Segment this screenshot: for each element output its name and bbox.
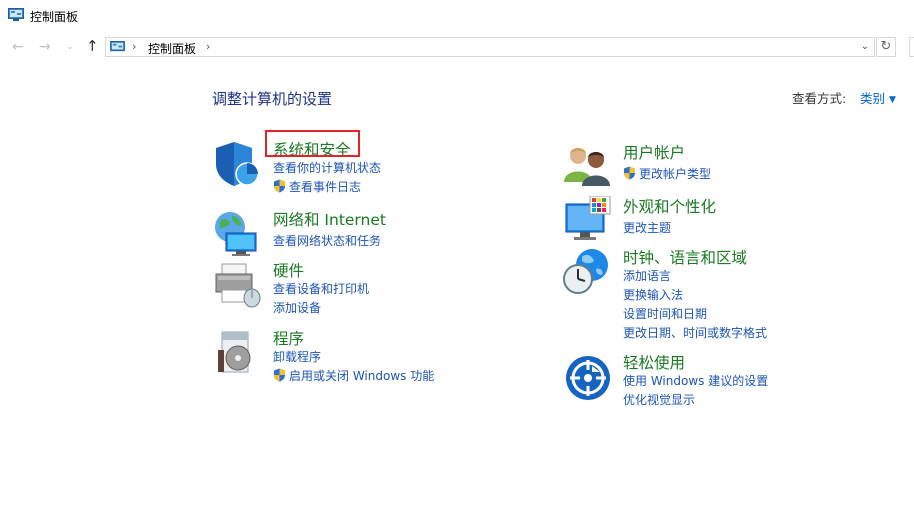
window-title: 控制面板	[30, 10, 79, 24]
address-bar[interactable]: › 控制面板 › ⌄	[105, 37, 875, 57]
highlight-box	[265, 130, 360, 157]
change-date-format-link[interactable]: 更改日期、时间或数字格式	[623, 324, 767, 341]
windows-features-label: 启用或关闭 Windows 功能	[289, 369, 435, 383]
uac-shield-icon	[274, 179, 285, 193]
uninstall-program-link[interactable]: 卸载程序	[273, 348, 321, 365]
add-device-link[interactable]: 添加设备	[273, 299, 321, 316]
set-time-date-link[interactable]: 设置时间和日期	[623, 305, 707, 322]
view-event-log-link[interactable]: 查看事件日志	[273, 178, 361, 195]
printer-icon	[215, 263, 261, 308]
optimize-visual-display-link[interactable]: 优化视觉显示	[623, 391, 695, 408]
add-language-link[interactable]: 添加语言	[623, 267, 671, 284]
appearance-link[interactable]: 外观和个性化	[623, 195, 716, 217]
view-computer-status-link[interactable]: 查看你的计算机状态	[273, 159, 381, 176]
view-devices-printers-link[interactable]: 查看设备和打印机	[273, 280, 369, 297]
change-theme-link[interactable]: 更改主题	[623, 219, 671, 236]
view-event-log-label: 查看事件日志	[289, 180, 362, 194]
network-internet-link[interactable]: 网络和 Internet	[273, 208, 386, 230]
refresh-button[interactable]: ↻	[876, 37, 896, 57]
breadcrumb-separator-icon[interactable]: ›	[206, 40, 210, 53]
recent-locations-chevron-icon[interactable]: ⌄	[66, 40, 74, 54]
address-dropdown-icon[interactable]: ⌄	[861, 41, 869, 52]
ease-of-access-icon	[566, 356, 610, 400]
programs-link[interactable]: 程序	[273, 327, 304, 349]
breadcrumb-control-panel[interactable]: 控制面板	[148, 40, 196, 57]
forward-arrow-icon[interactable]: →	[39, 40, 51, 54]
up-arrow-icon[interactable]: ↑	[86, 39, 99, 54]
back-arrow-icon[interactable]: ←	[12, 40, 24, 54]
change-account-type-label: 更改帐户类型	[639, 167, 712, 181]
ease-of-access-link[interactable]: 轻松使用	[623, 351, 685, 373]
breadcrumb-separator-icon[interactable]: ›	[132, 40, 136, 53]
appearance-monitor-icon	[565, 196, 611, 240]
control-panel-small-icon	[110, 41, 125, 52]
security-shield-icon	[216, 142, 259, 186]
view-network-status-link[interactable]: 查看网络状态和任务	[273, 232, 381, 249]
dropdown-caret-icon: ▼	[889, 95, 896, 105]
change-input-method-link[interactable]: 更换输入法	[623, 286, 683, 303]
clock-language-region-link[interactable]: 时钟、语言和区域	[623, 246, 747, 268]
programs-disc-icon	[218, 331, 251, 373]
title-bar: 控制面板	[0, 0, 914, 31]
user-accounts-icon	[564, 148, 610, 186]
view-by-dropdown[interactable]: 类别 ▼	[860, 88, 896, 107]
uac-shield-icon	[624, 166, 635, 180]
control-panel-icon	[8, 8, 24, 21]
clock-globe-icon	[563, 249, 608, 294]
user-accounts-link[interactable]: 用户帐户	[623, 141, 685, 163]
view-by-label: 查看方式:	[792, 91, 847, 106]
page-heading: 调整计算机的设置	[212, 90, 333, 108]
uac-shield-icon	[274, 368, 285, 382]
windows-features-link[interactable]: 启用或关闭 Windows 功能	[273, 367, 434, 384]
network-globe-icon	[215, 212, 257, 256]
change-account-type-link[interactable]: 更改帐户类型	[623, 165, 711, 182]
use-windows-recommended-settings-link[interactable]: 使用 Windows 建议的设置	[623, 372, 768, 389]
search-box[interactable]	[909, 37, 914, 57]
hardware-link[interactable]: 硬件	[273, 259, 304, 281]
